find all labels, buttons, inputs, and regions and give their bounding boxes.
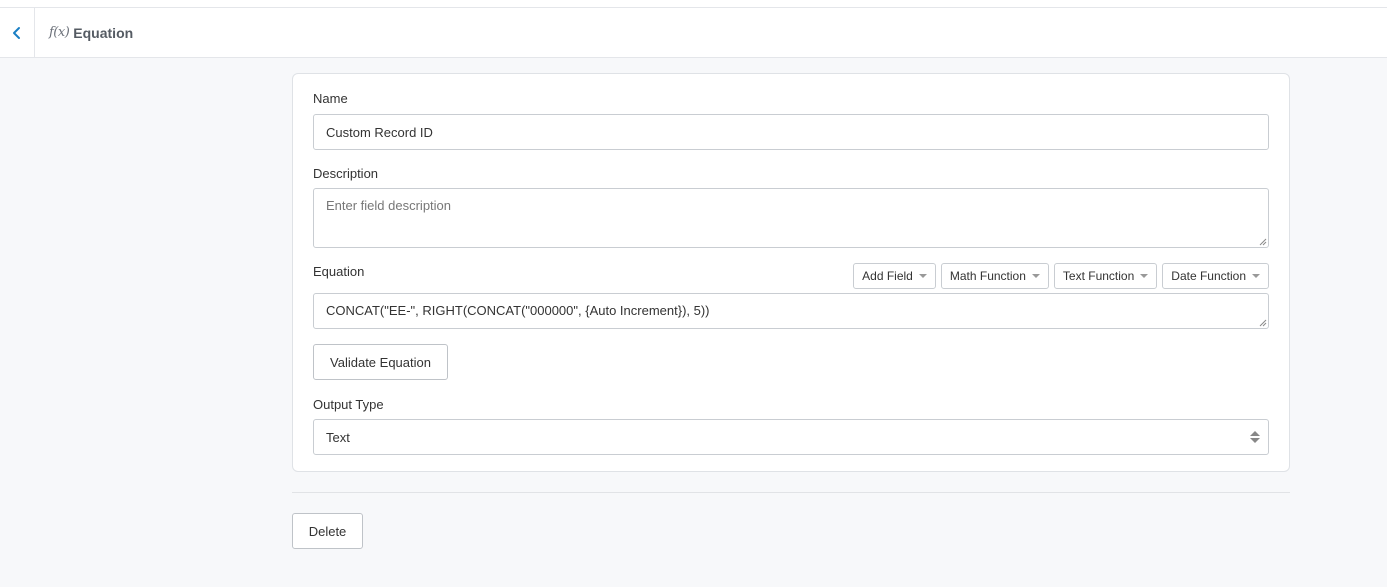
name-label: Name xyxy=(313,91,348,106)
function-button-group: Add Field Math Function Text Function Da… xyxy=(853,263,1269,289)
page-title: f(x) Equation xyxy=(49,25,133,41)
add-field-label: Add Field xyxy=(862,269,913,283)
back-button[interactable] xyxy=(0,7,35,58)
date-function-button[interactable]: Date Function xyxy=(1162,263,1269,289)
page-header: f(x) Equation xyxy=(0,7,1387,58)
delete-button[interactable]: Delete xyxy=(292,513,363,549)
math-function-label: Math Function xyxy=(949,269,1026,283)
page-title-text: Equation xyxy=(73,24,134,41)
output-type-label: Output Type xyxy=(313,397,384,412)
caret-down-icon xyxy=(1252,274,1260,278)
divider xyxy=(292,492,1290,493)
equation-label: Equation xyxy=(313,264,365,279)
equation-form-card: Name Description Equation Add Field Math… xyxy=(292,73,1290,472)
date-function-label: Date Function xyxy=(1171,269,1246,283)
validate-equation-button[interactable]: Validate Equation xyxy=(313,344,448,380)
top-strip xyxy=(0,0,1387,8)
caret-down-icon xyxy=(918,274,927,278)
text-function-label: Text Function xyxy=(1062,269,1135,283)
select-arrows-icon xyxy=(1250,431,1260,443)
text-function-button[interactable]: Text Function xyxy=(1053,263,1158,289)
output-type-select[interactable]: Text xyxy=(313,419,1269,455)
output-type-value: Text xyxy=(326,429,350,445)
math-function-button[interactable]: Math Function xyxy=(940,263,1049,289)
description-label: Description xyxy=(313,166,379,181)
name-input[interactable] xyxy=(313,114,1269,150)
add-field-button[interactable]: Add Field xyxy=(853,263,936,289)
chevron-left-icon xyxy=(13,26,20,39)
caret-down-icon xyxy=(1140,274,1149,278)
caret-down-icon xyxy=(1031,274,1040,278)
description-textarea[interactable] xyxy=(313,188,1269,248)
function-icon: f(x) xyxy=(49,25,70,40)
equation-textarea[interactable] xyxy=(313,293,1269,329)
